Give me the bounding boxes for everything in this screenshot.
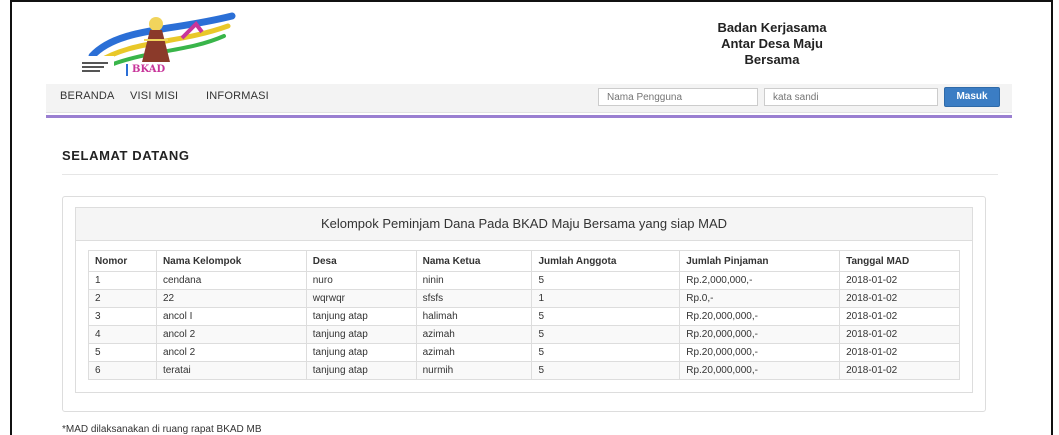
column-header-nama-kelompok: Nama Kelompok [155, 250, 307, 272]
cell-nama-kelompok: teratai [155, 361, 307, 380]
cell-nama-ketua: azimah [415, 325, 533, 344]
cell-desa: wqrwqr [305, 289, 417, 308]
cell-nomor: 6 [88, 361, 157, 380]
top-navbar: BERANDA VISI MISI INFORMASI Masuk [46, 84, 1012, 113]
table-row: 4 ancol 2 tanjung atap azimah 5 Rp.20,00… [88, 325, 960, 344]
welcome-heading: SELAMAT DATANG [62, 148, 190, 163]
table-row: 5 ancol 2 tanjung atap azimah 5 Rp.20,00… [88, 343, 960, 362]
column-header-tanggal-mad: Tanggal MAD [839, 250, 960, 272]
welcome-divider [62, 174, 998, 175]
cell-tanggal-mad: 2018-01-02 [839, 307, 960, 326]
login-button[interactable]: Masuk [944, 87, 1000, 107]
column-header-jumlah-pinjaman: Jumlah Pinjaman [679, 250, 841, 272]
bkad-logo[interactable]: BKAD [78, 10, 248, 76]
cell-jumlah-anggota: 5 [531, 325, 681, 344]
table-row: 2 22 wqrwqr sfsfs 1 Rp.0,- 2018-01-02 [88, 289, 960, 308]
cell-desa: tanjung atap [305, 361, 417, 380]
cell-tanggal-mad: 2018-01-02 [839, 343, 960, 362]
cell-jumlah-anggota: 5 [531, 343, 681, 362]
cell-nama-ketua: sfsfs [415, 289, 533, 308]
cell-jumlah-anggota: 5 [531, 307, 681, 326]
org-title: Badan Kerjasama Antar Desa Maju Bersama [692, 20, 852, 68]
cell-desa: nuro [305, 271, 417, 290]
username-input[interactable] [598, 88, 758, 106]
footnote: *MAD dilaksanakan di ruang rapat BKAD MB [62, 424, 262, 435]
panel-title: Kelompok Peminjam Dana Pada BKAD Maju Be… [76, 208, 972, 241]
cell-nomor: 3 [88, 307, 157, 326]
cell-jumlah-pinjaman: Rp.20,000,000,- [679, 307, 841, 326]
table-row: 3 ancol I tanjung atap halimah 5 Rp.20,0… [88, 307, 960, 326]
cell-nama-ketua: halimah [415, 307, 533, 326]
org-title-line-1: Badan Kerjasama [717, 20, 827, 35]
column-header-nama-ketua: Nama Ketua [415, 250, 533, 272]
logo-text: BKAD [132, 64, 165, 75]
cell-nama-kelompok: ancol I [155, 307, 307, 326]
cell-jumlah-anggota: 1 [531, 289, 681, 308]
cell-tanggal-mad: 2018-01-02 [839, 325, 960, 344]
table-row: 1 cendana nuro ninin 5 Rp.2,000,000,- 20… [88, 271, 960, 290]
cell-desa: tanjung atap [305, 343, 417, 362]
cell-nama-ketua: ninin [415, 271, 533, 290]
cell-nomor: 1 [88, 271, 157, 290]
org-title-line-2: Antar Desa Maju [721, 36, 823, 51]
cell-nomor: 4 [88, 325, 157, 344]
nav-item-visi-misi[interactable]: VISI MISI [130, 90, 178, 102]
cell-nama-kelompok: cendana [155, 271, 307, 290]
column-header-nomor: Nomor [88, 250, 157, 272]
cell-jumlah-pinjaman: Rp.2,000,000,- [679, 271, 841, 290]
cell-nama-ketua: azimah [415, 343, 533, 362]
browser-frame: BKAD Badan Kerjasama Antar Desa Maju Ber… [10, 0, 1053, 435]
cell-nomor: 2 [88, 289, 157, 308]
site-header: BKAD Badan Kerjasama Antar Desa Maju Ber… [12, 2, 1051, 82]
table-row: 6 teratai tanjung atap nurmih 5 Rp.20,00… [88, 361, 960, 380]
borrower-table: Nomor Nama Kelompok Desa Nama Ketua Juml… [88, 250, 960, 380]
cell-jumlah-pinjaman: Rp.20,000,000,- [679, 343, 841, 362]
cell-jumlah-pinjaman: Rp.0,- [679, 289, 841, 308]
cell-jumlah-pinjaman: Rp.20,000,000,- [679, 361, 841, 380]
password-input[interactable] [764, 88, 938, 106]
column-header-jumlah-anggota: Jumlah Anggota [531, 250, 681, 272]
cell-nama-kelompok: ancol 2 [155, 343, 307, 362]
cell-nama-ketua: nurmih [415, 361, 533, 380]
cell-nama-kelompok: ancol 2 [155, 325, 307, 344]
table-header-row: Nomor Nama Kelompok Desa Nama Ketua Juml… [88, 250, 960, 272]
org-title-line-3: Bersama [744, 52, 800, 67]
cell-desa: tanjung atap [305, 325, 417, 344]
cell-nomor: 5 [88, 343, 157, 362]
cell-jumlah-anggota: 5 [531, 361, 681, 380]
nav-item-informasi[interactable]: INFORMASI [206, 90, 269, 102]
nav-item-beranda[interactable]: BERANDA [60, 90, 115, 102]
header-divider [46, 115, 1012, 118]
cell-nama-kelompok: 22 [155, 289, 307, 308]
cell-desa: tanjung atap [305, 307, 417, 326]
borrower-panel: Kelompok Peminjam Dana Pada BKAD Maju Be… [75, 207, 973, 393]
cell-jumlah-pinjaman: Rp.20,000,000,- [679, 325, 841, 344]
cell-tanggal-mad: 2018-01-02 [839, 271, 960, 290]
cell-tanggal-mad: 2018-01-02 [839, 361, 960, 380]
content-panel: Kelompok Peminjam Dana Pada BKAD Maju Be… [62, 196, 986, 412]
cell-jumlah-anggota: 5 [531, 271, 681, 290]
cell-tanggal-mad: 2018-01-02 [839, 289, 960, 308]
column-header-desa: Desa [305, 250, 417, 272]
